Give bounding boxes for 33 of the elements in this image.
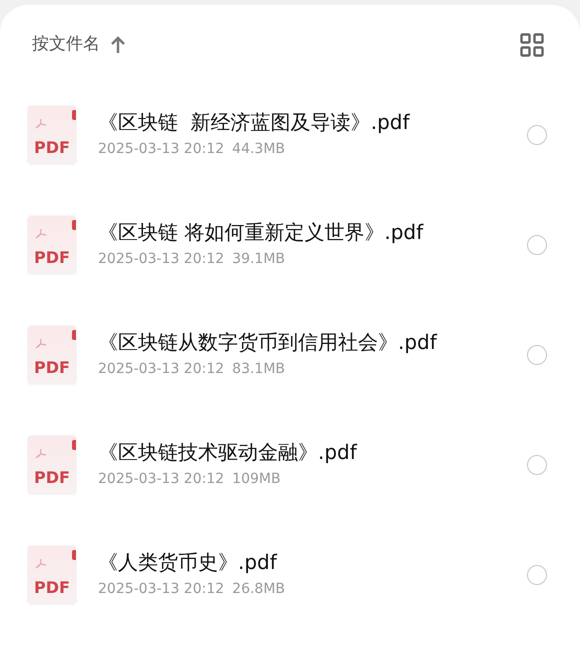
grid-view-icon[interactable] xyxy=(520,32,544,57)
file-name: 《人类货币史》.pdf xyxy=(98,549,278,575)
file-date: 2025-03-13 20:12 xyxy=(98,140,224,159)
select-radio[interactable] xyxy=(527,454,547,474)
pdf-file-icon: PDF xyxy=(28,436,76,494)
file-size: 26.8MB xyxy=(232,580,286,599)
file-size: 39.1MB xyxy=(232,250,286,269)
file-row[interactable]: PDF 《区块链 将如何重新定义世界》.pdf 2025-03-13 20:12 39.1MB xyxy=(0,190,580,300)
file-size: 44.3MB xyxy=(232,140,286,159)
select-radio[interactable] xyxy=(527,564,547,584)
file-name: 《区块链 将如何重新定义世界》.pdf xyxy=(98,219,424,245)
file-date: 2025-03-13 20:12 xyxy=(98,580,224,599)
pdf-file-icon: PDF xyxy=(28,216,76,274)
select-radio[interactable] xyxy=(527,344,547,364)
file-date: 2025-03-13 20:12 xyxy=(98,250,224,269)
pdf-file-icon: PDF xyxy=(28,326,76,384)
file-name: 《区块链从数字货币到信用社会》.pdf xyxy=(98,329,438,355)
file-row[interactable]: PDF 《区块链从数字货币到信用社会》.pdf 2025-03-13 20:12 83.1MB xyxy=(0,300,580,410)
file-size: 83.1MB xyxy=(232,360,286,379)
pdf-file-icon: PDF xyxy=(28,106,76,164)
file-date: 2025-03-13 20:12 xyxy=(98,360,224,379)
sort-label[interactable]: 按文件名 xyxy=(32,32,100,58)
select-radio[interactable] xyxy=(527,234,547,254)
file-name: 《区块链 新经济蓝图及导读》.pdf xyxy=(98,109,411,135)
file-row[interactable]: PDF 《人类货币史》.pdf 2025-03-13 20:12 26.8MB xyxy=(0,520,580,630)
arrow-up-icon[interactable] xyxy=(110,36,126,54)
pdf-file-icon: PDF xyxy=(28,546,76,604)
file-size: 109MB xyxy=(232,470,281,489)
file-row[interactable]: PDF 《区块链 新经济蓝图及导读》.pdf 2025-03-13 20:12 44.3MB xyxy=(0,80,580,190)
file-name: 《区块链技术驱动金融》.pdf xyxy=(98,439,358,465)
file-row[interactable]: PDF 《区块链技术驱动金融》.pdf 2025-03-13 20:12 109MB xyxy=(0,410,580,520)
select-radio[interactable] xyxy=(527,124,547,144)
file-date: 2025-03-13 20:12 xyxy=(98,470,224,489)
